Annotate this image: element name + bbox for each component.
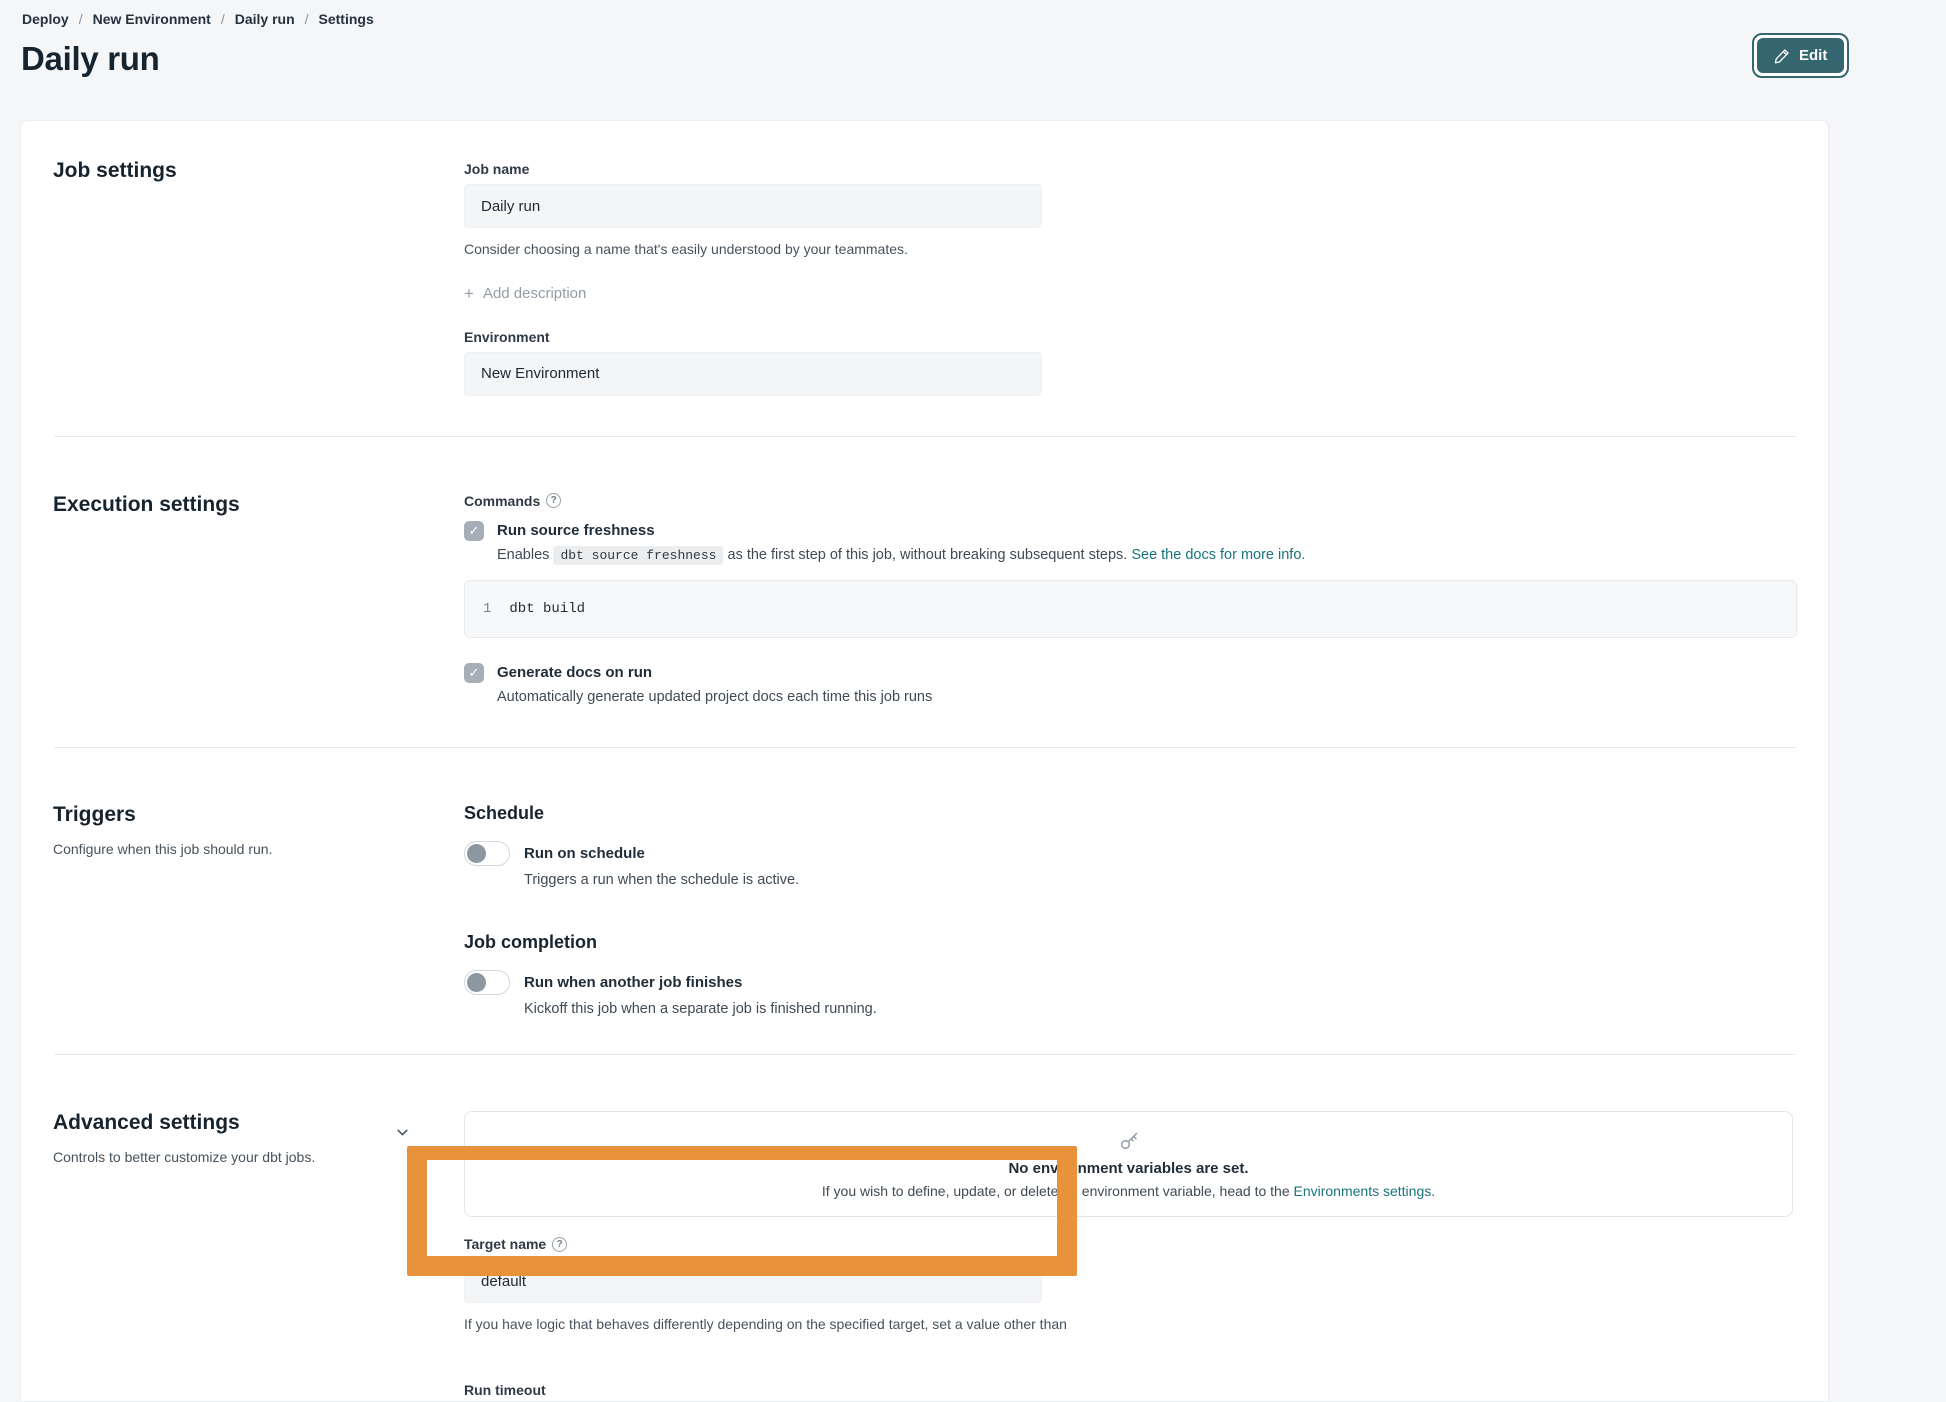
breadcrumb-deploy[interactable]: Deploy [22, 11, 69, 27]
run-on-schedule-desc: Triggers a run when the schedule is acti… [524, 872, 1791, 888]
freshness-docs-link[interactable]: See the docs for more info. [1131, 547, 1305, 563]
freshness-desc-prefix: Enables [497, 547, 549, 563]
run-source-freshness-desc: Enables dbt source freshness as the firs… [497, 545, 1797, 567]
chevron-down-icon[interactable] [395, 1125, 410, 1140]
advanced-settings-subtitle: Controls to better customize your dbt jo… [53, 1147, 373, 1167]
breadcrumb-separator: / [305, 11, 309, 27]
advanced-settings-heading: Advanced settings [53, 1111, 444, 1135]
edit-button-focus-ring: Edit [1752, 33, 1849, 78]
triggers-heading: Triggers [53, 803, 444, 827]
edit-button-label: Edit [1799, 47, 1827, 64]
breadcrumb-settings: Settings [319, 11, 374, 27]
job-name-input[interactable]: Daily run [464, 184, 1042, 228]
env-vars-desc-suffix: . [1431, 1183, 1435, 1199]
generate-docs-checkbox[interactable]: ✓ [464, 663, 484, 683]
run-source-freshness-label[interactable]: Run source freshness [497, 520, 655, 541]
add-description-button[interactable]: + Add description [464, 285, 586, 302]
commands-label: Commands [464, 493, 540, 509]
pencil-icon [1774, 48, 1790, 64]
env-vars-desc: If you wish to define, update, or delete… [822, 1183, 1435, 1199]
run-on-schedule-label[interactable]: Run on schedule [524, 843, 645, 864]
breadcrumb-job[interactable]: Daily run [235, 11, 295, 27]
run-when-job-finishes-desc: Kickoff this job when a separate job is … [524, 1001, 1791, 1017]
environment-input[interactable]: New Environment [464, 352, 1042, 396]
execution-settings-section: Execution settings Commands ? ✓ Run sour… [21, 437, 1828, 748]
run-when-job-finishes-toggle[interactable] [464, 970, 510, 995]
freshness-code-chip: dbt source freshness [553, 546, 723, 565]
triggers-section: Triggers Configure when this job should … [21, 748, 1828, 1054]
breadcrumb-environment[interactable]: New Environment [93, 11, 211, 27]
environment-variables-empty-state: No environment variables are set. If you… [464, 1111, 1793, 1217]
commands-help-icon[interactable]: ? [546, 493, 561, 508]
env-vars-desc-prefix: If you wish to define, update, or delete… [822, 1183, 1290, 1199]
generate-docs-desc: Automatically generate updated project d… [497, 687, 1797, 709]
run-timeout-label: Run timeout [464, 1382, 1793, 1398]
advanced-settings-section: Advanced settings Controls to better cus… [21, 1055, 1828, 1402]
editor-line-number: 1 [483, 601, 491, 617]
page-title: Daily run [21, 40, 160, 78]
target-name-input[interactable]: default [464, 1259, 1042, 1303]
run-source-freshness-checkbox[interactable]: ✓ [464, 521, 484, 541]
toggle-knob [467, 973, 486, 992]
triggers-subtitle: Configure when this job should run. [53, 839, 373, 859]
edit-button[interactable]: Edit [1757, 38, 1844, 73]
job-name-helper: Consider choosing a name that's easily u… [464, 239, 1791, 261]
environment-label: Environment [464, 329, 1791, 345]
breadcrumb: Deploy / New Environment / Daily run / S… [22, 11, 374, 27]
breadcrumb-separator: / [79, 11, 83, 27]
job-completion-heading: Job completion [464, 932, 1791, 953]
job-settings-heading: Job settings [53, 159, 444, 183]
run-on-schedule-toggle[interactable] [464, 841, 510, 866]
job-name-label: Job name [464, 161, 1791, 177]
commands-code-editor[interactable]: 1 dbt build [464, 580, 1797, 638]
breadcrumb-separator: / [221, 11, 225, 27]
generate-docs-label[interactable]: Generate docs on run [497, 662, 652, 683]
toggle-knob [467, 844, 486, 863]
target-name-helper: If you have logic that behaves different… [464, 1314, 1104, 1338]
target-name-label: Target name [464, 1236, 546, 1252]
plus-icon: + [464, 285, 474, 302]
run-when-job-finishes-label[interactable]: Run when another job finishes [524, 972, 742, 993]
execution-settings-heading: Execution settings [53, 493, 444, 517]
env-vars-title: No environment variables are set. [1008, 1160, 1248, 1177]
schedule-heading: Schedule [464, 803, 1791, 824]
target-name-help-icon[interactable]: ? [552, 1237, 567, 1252]
job-settings-section: Job settings Job name Daily run Consider… [21, 121, 1828, 436]
settings-card: Job settings Job name Daily run Consider… [20, 120, 1829, 1402]
editor-command-text: dbt build [509, 601, 585, 617]
add-description-label: Add description [483, 285, 586, 302]
environments-settings-link[interactable]: Environments settings [1294, 1183, 1432, 1199]
key-icon [1117, 1129, 1141, 1153]
freshness-desc-suffix: as the first step of this job, without b… [728, 547, 1128, 563]
